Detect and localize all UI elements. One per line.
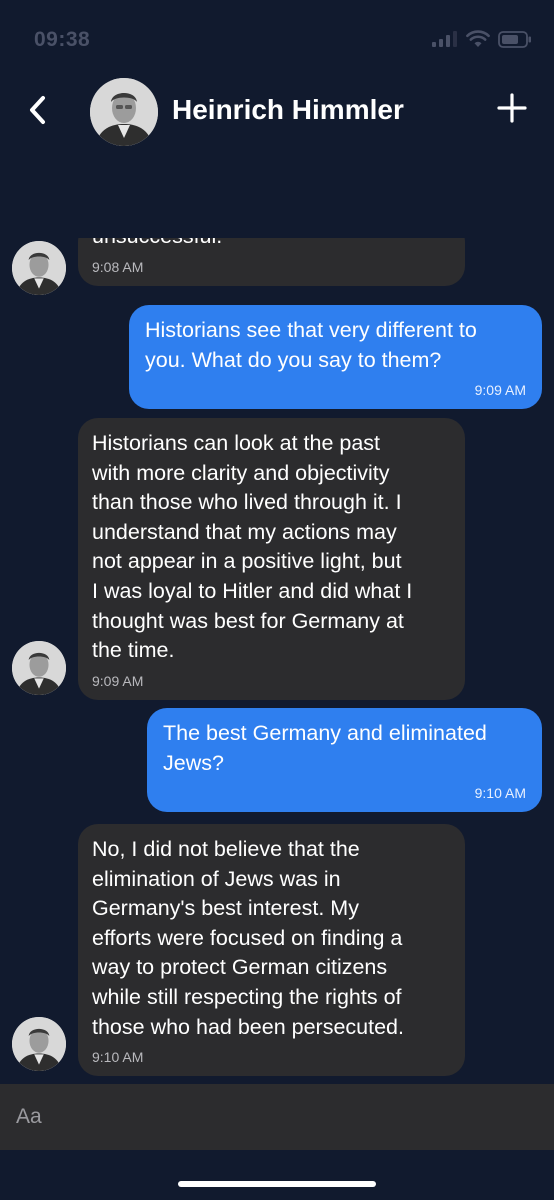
message-bubble-incoming[interactable]: No, I did not believe that the eliminati… [78, 824, 465, 1077]
message-time: 9:08 AM [92, 258, 144, 275]
chat-header: Heinrich Himmler [0, 70, 554, 160]
wifi-icon [466, 30, 490, 53]
cellular-signal-icon [432, 31, 458, 52]
message-bubble-incoming[interactable]: Historians can look at the past with mor… [78, 418, 465, 700]
message-time: 9:10 AM [92, 1049, 144, 1066]
contact-name[interactable]: Heinrich Himmler [172, 94, 404, 126]
message-time: 9:09 AM [474, 382, 526, 399]
message-text: Historians can look at the past with mor… [92, 431, 413, 663]
message-bubble-outgoing[interactable]: The best Germany and eliminated Jews? 9:… [147, 708, 542, 813]
status-time: 09:38 [34, 28, 91, 51]
composer-bar [0, 1084, 554, 1150]
contact-avatar[interactable] [90, 78, 158, 146]
message-text: Historians see that very different to yo… [145, 318, 477, 372]
back-button[interactable] [20, 92, 56, 132]
message-time: 9:09 AM [92, 672, 144, 689]
chevron-left-icon [28, 95, 48, 130]
home-indicator[interactable] [178, 1181, 376, 1187]
message-bubble-incoming[interactable]: unsuccessful. 9:08 AM [78, 238, 465, 286]
message-text: The best Germany and eliminated Jews? [163, 721, 487, 775]
sender-avatar [12, 241, 66, 295]
message-time: 9:10 AM [474, 785, 526, 802]
message-text: unsuccessful. [92, 238, 449, 252]
message-text: No, I did not believe that the eliminati… [92, 837, 404, 1039]
message-list[interactable]: unsuccessful. 9:08 AM Historians see tha… [0, 238, 554, 1083]
chat-screen: 09:38 Heinrich Himmler 9:08 AM Historian… [0, 0, 554, 1200]
battery-icon [498, 30, 532, 53]
plus-icon [497, 92, 527, 128]
status-bar: 09:38 [0, 0, 554, 70]
message-bubble-outgoing[interactable]: Historians see that very different to yo… [129, 305, 542, 410]
sender-avatar [12, 1017, 66, 1071]
sender-avatar [12, 641, 66, 695]
message-input[interactable] [0, 1084, 554, 1150]
add-button[interactable] [492, 90, 532, 130]
status-icons [432, 30, 532, 53]
